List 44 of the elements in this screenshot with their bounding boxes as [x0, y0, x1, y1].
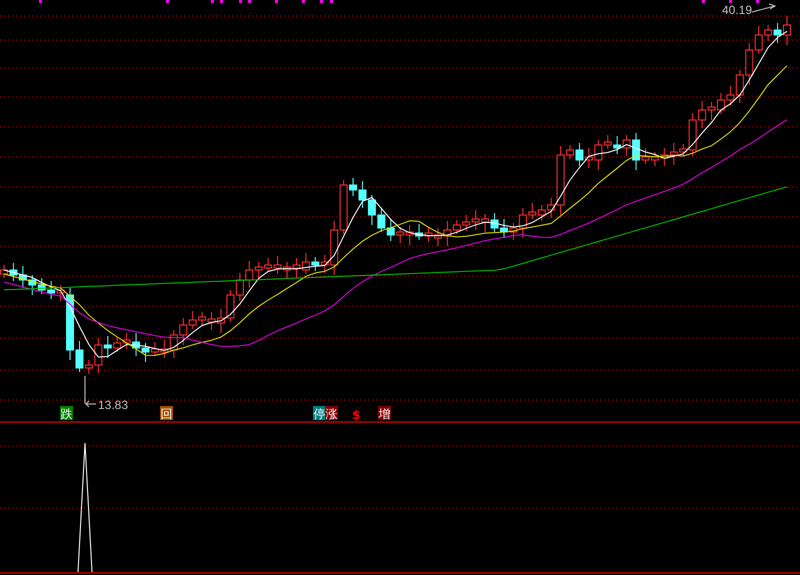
signal-mark: $	[352, 408, 360, 422]
candlestick	[386, 218, 395, 242]
candlestick	[28, 274, 36, 296]
candlestick	[472, 210, 480, 230]
candlestick	[396, 226, 404, 244]
candlestick	[132, 332, 140, 356]
candlestick	[38, 278, 46, 294]
candlestick	[650, 152, 659, 166]
candlestick	[216, 308, 225, 334]
arrow-icon	[752, 4, 776, 12]
candlestick	[292, 258, 300, 278]
candlestick	[538, 204, 546, 222]
candlestick	[274, 256, 282, 274]
candlestick	[774, 22, 782, 44]
arrow-icon	[84, 376, 96, 408]
candlestick	[47, 280, 56, 300]
candlestick	[490, 212, 499, 232]
signal-badge: 涨	[325, 406, 338, 421]
candlestick	[613, 136, 622, 154]
signal-badge: 回	[160, 406, 173, 421]
candlestick	[264, 258, 272, 272]
high-price-label: 40.19	[722, 3, 752, 17]
low-price-label: 13.83	[98, 398, 128, 412]
candlestick	[406, 224, 414, 246]
candlestick	[434, 228, 442, 246]
candlestick	[424, 228, 433, 242]
candlestick	[415, 224, 424, 240]
candlestick	[208, 312, 216, 330]
candlestick	[462, 214, 470, 232]
candlestick	[18, 266, 27, 288]
candlestick	[150, 342, 159, 356]
signal-badge: 增	[378, 406, 391, 421]
candlestick	[9, 262, 18, 282]
candlestick	[198, 312, 206, 326]
candlestick	[236, 272, 244, 302]
candlestick	[377, 208, 386, 232]
signal-badge: 停	[313, 406, 326, 421]
candlestick	[368, 194, 376, 226]
signal-badge: 跌	[60, 406, 73, 421]
candlestick	[481, 214, 490, 232]
candlestick	[716, 92, 725, 114]
candlestick	[660, 148, 668, 166]
candlestick	[226, 290, 234, 322]
candlestick	[122, 332, 131, 350]
